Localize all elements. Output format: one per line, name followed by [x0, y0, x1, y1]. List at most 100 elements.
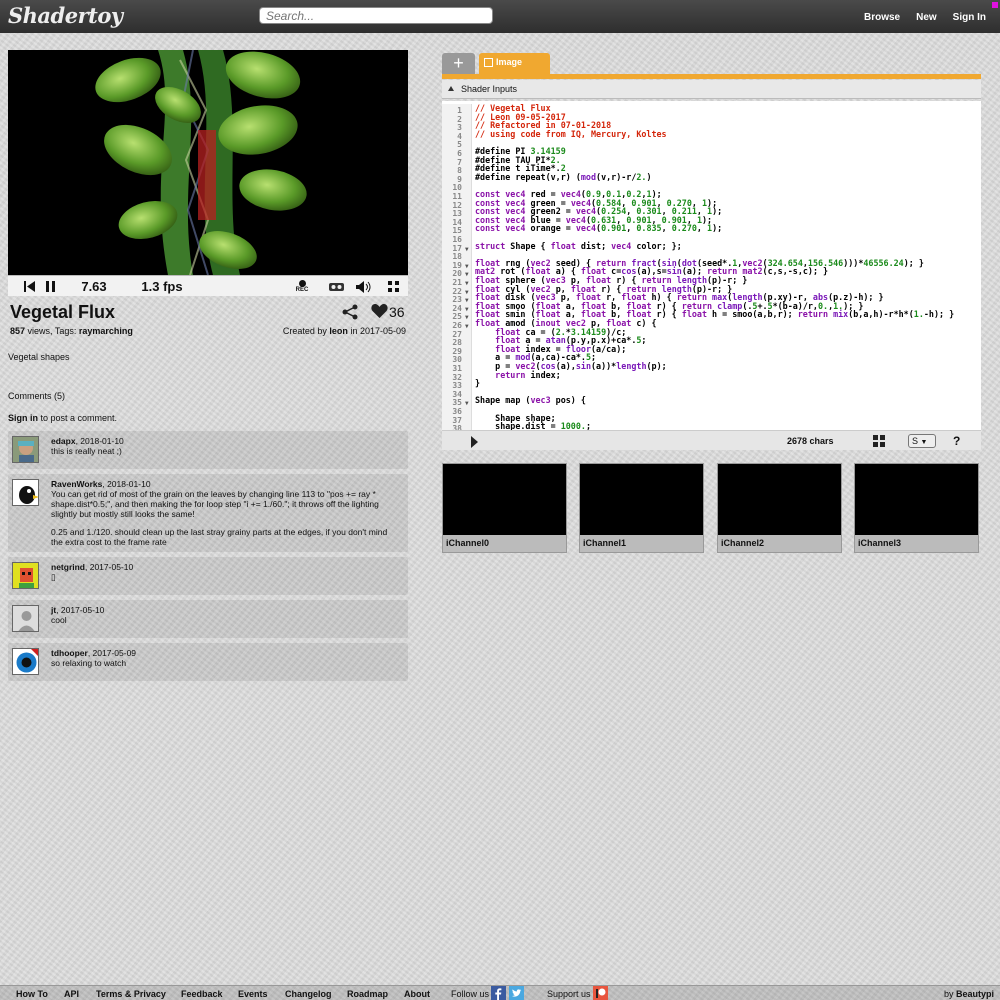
facebook-icon[interactable] — [491, 986, 506, 1000]
nav-new[interactable]: New — [916, 12, 937, 23]
code-line[interactable]: Shape map (vec3 pos) { — [475, 396, 586, 405]
fold-icon[interactable]: ▼ — [465, 289, 469, 298]
record-button[interactable]: REC — [292, 276, 312, 297]
footer-feedback[interactable]: Feedback — [181, 989, 223, 999]
comment-text: this is really neat ;) — [51, 446, 122, 456]
code-line[interactable]: shape.dist = 1000.; — [475, 422, 591, 430]
fold-icon[interactable]: ▼ — [465, 400, 469, 409]
code-line[interactable]: // using code from IQ, Mercury, Koltes — [475, 130, 667, 139]
channel-2[interactable]: iChannel2 — [717, 463, 842, 553]
shadertoy-logo[interactable]: Shadertoy — [8, 3, 123, 28]
heart-icon[interactable] — [371, 303, 388, 319]
fold-icon[interactable]: ▼ — [465, 263, 469, 272]
corner-indicator — [992, 2, 998, 8]
volume-icon[interactable] — [354, 276, 372, 297]
avatar[interactable] — [12, 605, 39, 632]
compile-play-icon[interactable] — [471, 436, 478, 448]
channel-label: iChannel3 — [858, 538, 902, 548]
footer-how-to[interactable]: How To — [16, 989, 48, 999]
tab-image[interactable]: Image — [479, 53, 550, 74]
code-line[interactable]: struct Shape { float dist; vec4 color; }… — [475, 241, 682, 251]
nav-sign-in[interactable]: Sign In — [953, 12, 986, 23]
editor-toolbar: 2678 chars S ▼ ? — [442, 430, 981, 450]
image-tab-icon — [484, 58, 493, 67]
fold-icon[interactable]: ▼ — [465, 323, 469, 332]
created-info: Created by leon in 2017-05-09 — [283, 326, 406, 336]
fold-icon[interactable]: ▼ — [465, 280, 469, 289]
code-line[interactable]: const vec4 orange = vec4(0.901, 0.835, 0… — [475, 224, 722, 233]
shader-inputs-toggle[interactable]: Shader Inputs — [442, 80, 981, 99]
channel-0[interactable]: iChannel0 — [442, 463, 567, 553]
record-dot-icon — [298, 280, 306, 287]
font-size-select[interactable]: S ▼ — [908, 434, 936, 448]
footer-changelog[interactable]: Changelog — [285, 989, 332, 999]
fullscreen-icon[interactable] — [386, 276, 400, 297]
vr-icon[interactable] — [326, 276, 346, 297]
channel-1[interactable]: iChannel1 — [579, 463, 704, 553]
shader-meta: 857 views, Tags: raymarching Created by … — [10, 326, 406, 336]
twitter-icon[interactable] — [509, 986, 524, 1000]
channel-preview[interactable] — [580, 464, 703, 535]
channel-inputs: iChannel0 iChannel1 iChannel2 iChannel3 — [442, 463, 981, 553]
channel-preview[interactable] — [443, 464, 566, 535]
record-label: REC — [295, 287, 309, 293]
tab-image-label: Image — [496, 57, 523, 67]
tab-underline — [442, 74, 981, 79]
by-prefix: by — [944, 989, 957, 999]
comment-list: edapx , 2018-01-10 this is really neat ;)… — [8, 431, 408, 686]
channel-preview[interactable] — [855, 464, 978, 535]
footer: How To API Terms & Privacy Feedback Even… — [0, 985, 1000, 1000]
time-display: 7.63 — [81, 279, 107, 294]
signin-prompt: Sign in to post a comment. — [8, 413, 117, 423]
avatar[interactable] — [12, 436, 39, 463]
footer-terms[interactable]: Terms & Privacy — [96, 989, 166, 999]
shader-render-image — [8, 50, 408, 275]
comment-user[interactable]: edapx — [51, 436, 76, 446]
comment-date: , 2018-01-10 — [102, 479, 151, 489]
patreon-icon[interactable] — [593, 986, 608, 1000]
fold-icon[interactable]: ▼ — [465, 271, 469, 280]
editor-fullscreen-icon[interactable] — [873, 435, 885, 447]
beautypi-link[interactable]: Beautypi — [956, 989, 994, 999]
comment-user[interactable]: tdhooper — [51, 648, 88, 658]
shader-description: Vegetal shapes — [8, 352, 70, 362]
code-line[interactable]: return index; — [475, 370, 561, 380]
comments-header: Comments (5) — [8, 391, 66, 401]
help-button[interactable]: ? — [953, 434, 960, 448]
fold-icon[interactable]: ▼ — [465, 297, 469, 306]
top-nav: Browse New Sign In — [864, 12, 986, 23]
add-tab-button[interactable]: + — [442, 53, 475, 74]
avatar[interactable] — [12, 479, 39, 506]
rewind-icon[interactable] — [22, 276, 36, 297]
shader-canvas[interactable] — [8, 50, 408, 275]
font-size-value: S — [912, 436, 919, 446]
signin-link[interactable]: Sign in — [8, 413, 38, 423]
comment-user[interactable]: netgrind — [51, 562, 85, 572]
channel-3[interactable]: iChannel3 — [854, 463, 979, 553]
created-date: 2017-05-09 — [359, 326, 406, 336]
fold-icon[interactable]: ▼ — [465, 306, 469, 315]
author-link[interactable]: leon — [329, 326, 348, 336]
footer-about[interactable]: About — [404, 989, 430, 999]
nav-browse[interactable]: Browse — [864, 12, 900, 23]
channel-preview[interactable] — [718, 464, 841, 535]
code-line[interactable]: #define repeat(v,r) (mod(v,r)-r/2.) — [475, 172, 652, 182]
fold-icon[interactable]: ▼ — [465, 314, 469, 323]
footer-api[interactable]: API — [64, 989, 79, 999]
avatar[interactable] — [12, 562, 39, 589]
tag-link[interactable]: raymarching — [79, 326, 133, 336]
comment-user[interactable]: RavenWorks — [51, 479, 102, 489]
comment-text: ▯ — [51, 572, 56, 582]
search-input[interactable] — [259, 7, 493, 24]
footer-events[interactable]: Events — [238, 989, 268, 999]
avatar[interactable] — [12, 648, 39, 675]
like-count: 36 — [389, 304, 405, 320]
fold-icon[interactable]: ▼ — [465, 246, 469, 255]
share-icon[interactable] — [342, 304, 358, 320]
view-count: 857 — [10, 326, 26, 336]
pause-icon[interactable] — [44, 276, 58, 297]
player-controls: 7.63 1.3 fps REC — [8, 275, 408, 296]
code-line[interactable]: } — [475, 379, 480, 388]
footer-roadmap[interactable]: Roadmap — [347, 989, 388, 999]
code-editor[interactable]: 1 2 3 4 5 6 7 8 9 10 11 12 13 14 15 16 17 ▼ 18 19 ▼ 20 ▼ 21 ▼ 22 ▼… — [442, 101, 981, 430]
